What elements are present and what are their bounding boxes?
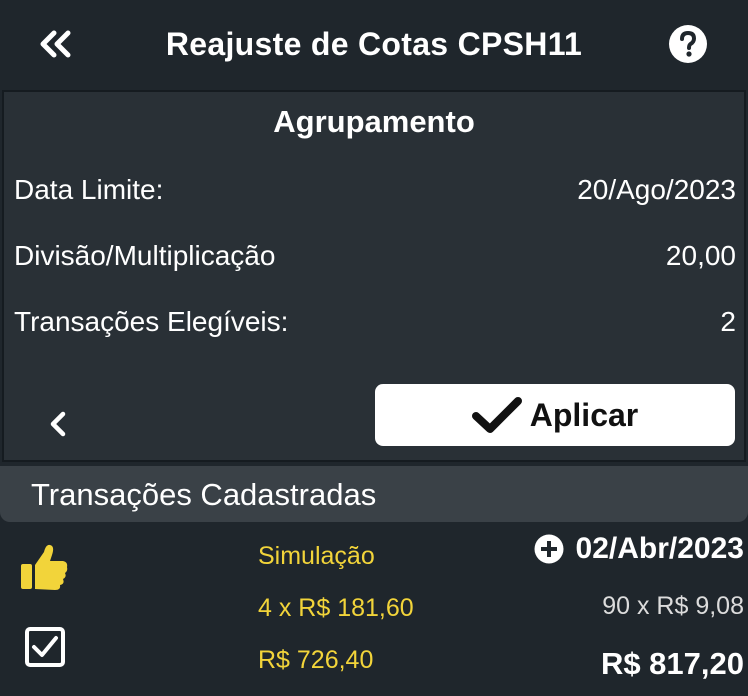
apply-button-label: Aplicar — [529, 396, 639, 433]
row-value: 2 — [720, 306, 736, 337]
transaction-subtotal: R$ 726,40 — [258, 646, 374, 674]
chevron-left-icon — [50, 411, 66, 437]
panel-title: Agrupamento — [273, 104, 475, 139]
checked-box-icon[interactable] — [24, 626, 66, 668]
row-value: 20/Ago/2023 — [577, 174, 736, 205]
previous-button[interactable] — [40, 404, 76, 444]
section-title: Transações Cadastradas — [31, 477, 377, 512]
row-label: Transações Elegíveis: — [14, 306, 289, 337]
row-label: Data Limite: — [14, 174, 164, 205]
page-title: Reajuste de Cotas CPSH11 — [165, 26, 583, 62]
row-data-limite: Data Limite: 20/Ago/2023 — [14, 174, 736, 214]
transaction-right-qty-price: 90 x R$ 9,08 — [602, 592, 744, 620]
row-divisao: Divisão/Multiplicação 20,00 — [14, 240, 736, 280]
question-circle-icon — [669, 25, 707, 63]
transaction-total: R$ 817,20 — [600, 646, 744, 681]
app-header: Reajuste de Cotas CPSH11 — [0, 0, 748, 88]
row-label: Divisão/Multiplicação — [14, 240, 276, 271]
checkmark-icon — [471, 397, 522, 433]
transaction-qty-price: 4 x R$ 181,60 — [258, 594, 414, 622]
transaction-type: Simulação — [258, 542, 375, 570]
help-button[interactable] — [668, 24, 708, 64]
row-value: 20,00 — [665, 240, 736, 271]
transaction-date-row: 02/Abr/2023 — [534, 532, 744, 566]
apply-button[interactable]: Aplicar — [375, 384, 735, 446]
plus-circle-icon[interactable] — [534, 534, 564, 564]
transaction-item[interactable]: Simulação 4 x R$ 181,60 R$ 726,40 02/Abr… — [0, 522, 748, 696]
transaction-date: 02/Abr/2023 — [575, 532, 744, 565]
section-header: Transações Cadastradas — [0, 466, 748, 522]
row-transacoes-elegiveis: Transações Elegíveis: 2 — [14, 306, 736, 346]
thumbs-up-icon — [21, 544, 68, 590]
grouping-panel: Agrupamento Data Limite: 20/Ago/2023 Div… — [2, 90, 746, 462]
